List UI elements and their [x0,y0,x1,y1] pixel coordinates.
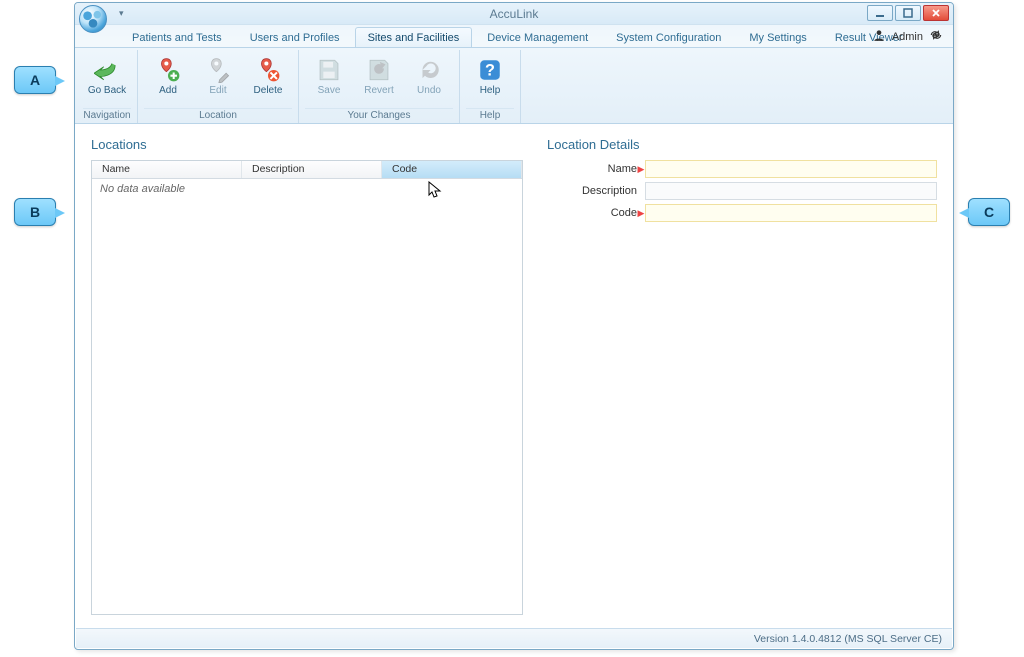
svg-text:?: ? [485,62,495,80]
edit-button: Edit [194,52,242,106]
undo-button: Undo [405,52,453,106]
column-description[interactable]: Description [242,161,382,178]
tab-patients-and-tests[interactable]: Patients and Tests [119,27,235,47]
go-back-button[interactable]: Go Back [83,52,131,106]
add-icon [155,57,181,83]
tab-sites-and-facilities[interactable]: Sites and Facilities [355,27,473,47]
ribbon-group-label: Help [466,108,514,123]
tab-system-configuration[interactable]: System Configuration [603,27,734,47]
tab-users-and-profiles[interactable]: Users and Profiles [237,27,353,47]
callout-b: B [14,198,56,226]
required-marker-icon: ▶ [637,164,645,175]
app-menu-orb[interactable] [79,5,107,33]
content-area: Locations Name Description Code No data … [75,127,953,627]
name-field[interactable] [645,160,937,178]
column-name[interactable]: Name [92,161,242,178]
undo-icon [416,57,442,83]
grid-header: Name Description Code [92,161,522,179]
add-button[interactable]: Add [144,52,192,106]
refresh-button[interactable] [929,29,943,44]
locations-title: Locations [91,137,523,152]
locations-grid[interactable]: Name Description Code No data available [91,160,523,615]
callout-a: A [14,66,56,94]
ribbon-group-help: ? Help Help [460,50,521,123]
ribbon: Go Back Navigation Add Edit Delete [75,48,953,124]
current-user-name: Admin [892,31,923,43]
details-title: Location Details [547,137,937,152]
locations-panel: Locations Name Description Code No data … [91,137,523,617]
ribbon-group-label: Location [144,108,292,123]
help-icon: ? [477,57,503,83]
revert-icon [366,57,392,83]
field-label-name: Name [547,163,637,175]
delete-icon [255,57,281,83]
tab-my-settings[interactable]: My Settings [736,27,819,47]
close-button[interactable] [923,5,949,21]
qat-dropdown[interactable]: ▾ [119,8,124,19]
code-field[interactable] [645,204,937,222]
edit-icon [205,57,231,83]
description-field[interactable] [645,182,937,200]
ribbon-tabstrip: Patients and Tests Users and Profiles Si… [75,25,953,48]
ribbon-group-your-changes: Save Revert Undo Your Changes [299,50,460,123]
grid-empty-text: No data available [92,179,522,199]
ribbon-group-label: Your Changes [305,108,453,123]
field-label-code: Code [547,207,637,219]
revert-button: Revert [355,52,403,106]
app-window: ▾ AccuLink Patients and Tests Users and … [74,2,954,650]
ribbon-group-label: Navigation [83,108,131,123]
save-button: Save [305,52,353,106]
delete-button[interactable]: Delete [244,52,292,106]
callout-c: C [968,198,1010,226]
save-icon [316,57,342,83]
column-code[interactable]: Code [382,161,522,178]
ribbon-group-navigation: Go Back Navigation [77,50,138,123]
status-bar: Version 1.4.0.4812 (MS SQL Server CE) [76,628,952,648]
app-title: AccuLink [75,7,953,21]
field-label-description: Description [547,185,637,197]
maximize-button[interactable] [895,5,921,21]
minimize-button[interactable] [867,5,893,21]
location-details-panel: Location Details Name ▶ Description Code… [547,137,937,617]
tab-device-management[interactable]: Device Management [474,27,601,47]
go-back-icon [94,57,120,83]
ribbon-group-location: Add Edit Delete Location [138,50,299,123]
help-button[interactable]: ? Help [466,52,514,106]
required-marker-icon: ▶ [637,208,645,219]
titlebar: ▾ AccuLink [75,3,953,25]
user-icon [872,28,886,45]
version-text: Version 1.4.0.4812 (MS SQL Server CE) [754,633,942,645]
